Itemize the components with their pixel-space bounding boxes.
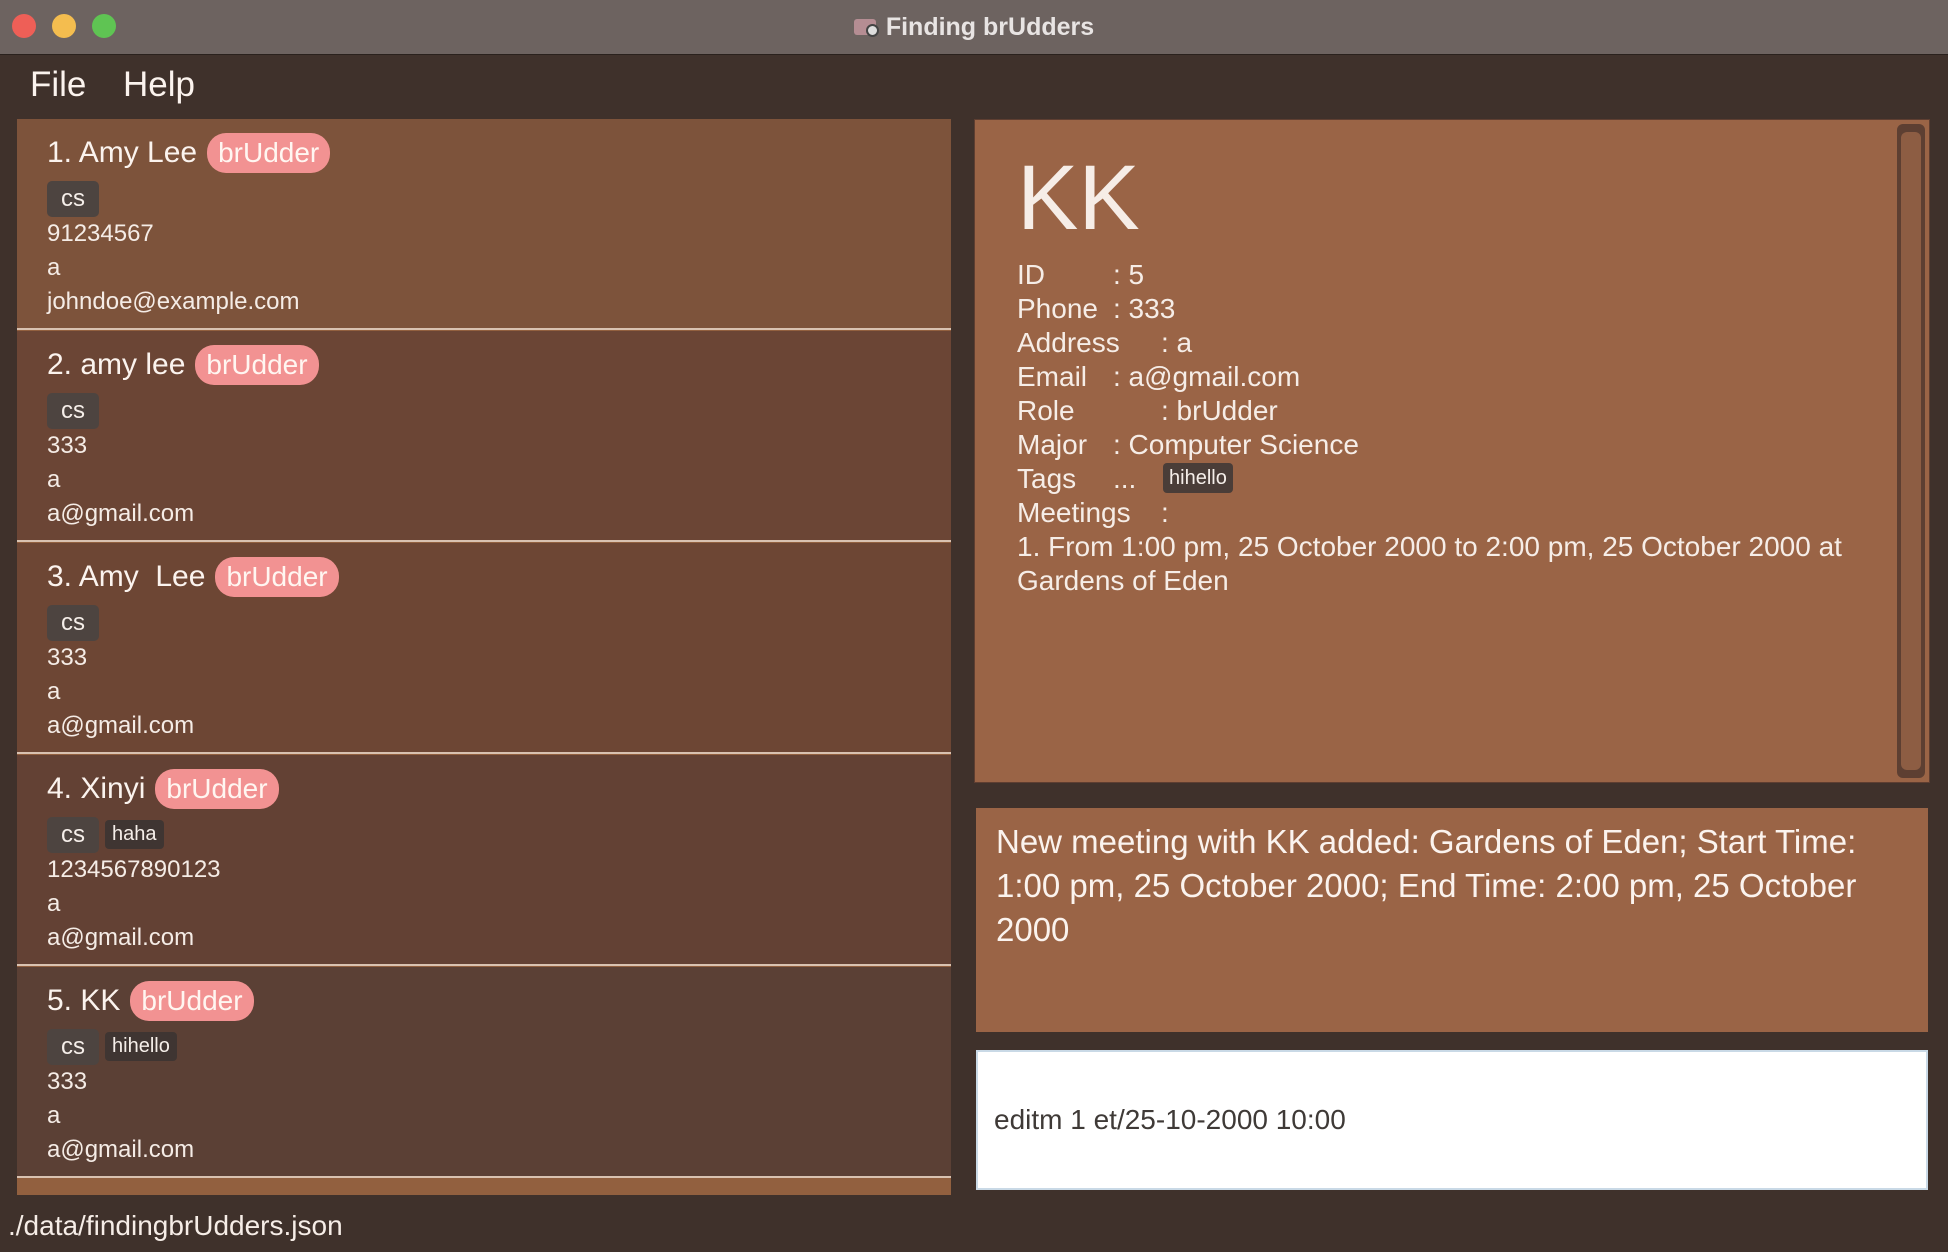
person-address: a [47,254,61,281]
person-card[interactable]: 4. Xinyi brUdder cs haha 1234567890123 a… [17,755,951,966]
tags-row: cs [47,603,951,641]
command-box[interactable] [976,1050,1928,1190]
detail-scrollbar-thumb[interactable] [1901,132,1921,770]
major-tag: cs [47,817,99,853]
person-email: a@gmail.com [47,500,195,527]
detail-address-label: Address [1017,327,1120,358]
person-email: johndoe@example.com [47,288,300,315]
detail-tags-sep: ... [1113,463,1137,494]
detail-meetings-label: Meetings [1017,497,1131,528]
person-name: 5. KK [47,984,121,1017]
person-email: a@gmail.com [47,712,195,739]
role-badge: brUdder [195,345,319,385]
detail-major-row: Major : Computer Science [1017,428,1867,462]
person-card[interactable]: 1. Amy Lee brUdder cs 91234567 a johndoe… [17,119,951,330]
person-phone: 333 [47,432,88,459]
major-tag: cs [47,1029,99,1065]
detail-tag: hihello [1163,463,1233,493]
detail-role-row: Role : brUdder [1017,394,1867,428]
detail-tags-row: Tags ... hihello [1017,462,1867,496]
menu-file[interactable]: File [30,65,86,105]
detail-meetings-sep: : [1161,497,1169,528]
person-address: a [47,890,61,917]
person-email: a@gmail.com [47,924,195,951]
detail-role-label: Role [1017,395,1075,426]
person-phone: 333 [47,644,88,671]
role-badge: brUdder [207,133,331,173]
detail-major-label: Major [1017,429,1088,460]
person-name-row: 3. Amy Lee brUdder [47,555,951,599]
person-name: 2. amy lee [47,348,186,381]
person-name-row: 1. Amy Lee brUdder [47,131,951,175]
title-wrap: Finding brUdders [0,0,1948,54]
person-name: 3. Amy Lee [47,560,206,593]
person-name-row: 2. amy lee brUdder [47,343,951,387]
detail-id-value: : 5 [1113,259,1145,290]
tags-row: cs [47,179,951,217]
person-phone: 333 [47,1068,88,1095]
major-tag: cs [47,181,99,217]
person-phone: 91234567 [47,220,154,247]
detail-role-value: : brUdder [1161,395,1278,426]
major-tag: cs [47,605,99,641]
detail-id-row: ID : 5 [1017,258,1867,292]
detail-phone-row: Phone : 333 [1017,292,1867,326]
detail-address-value: : a [1161,327,1193,358]
tags-row: cs [47,391,951,429]
menu-help[interactable]: Help [123,65,195,105]
detail-major-value: : Computer Science [1113,429,1359,460]
role-badge: brUdder [155,769,279,809]
detail-tags-label: Tags [1017,463,1077,494]
meeting-item: 1. From 1:00 pm, 25 October 2000 to 2:00… [1017,531,1842,596]
person-card[interactable]: 5. KK brUdder cs hihello 333 a a@gmail.c… [17,967,951,1178]
person-tag: haha [105,820,164,849]
menu-bar: File Help [0,55,1948,119]
detail-email-value: : a@gmail.com [1113,361,1301,392]
detail-scrollbar[interactable] [1897,124,1925,778]
detail-address-row: Address : a [1017,326,1867,360]
detail-email-row: Email : a@gmail.com [1017,360,1867,394]
person-phone: 1234567890123 [47,856,221,883]
detail-name: KK [1017,147,1140,249]
detail-id-label: ID [1017,259,1045,290]
window-title: Finding brUdders [885,12,1095,41]
major-tag: cs [47,393,99,429]
person-address: a [47,1102,61,1129]
detail-phone-label: Phone [1017,293,1098,324]
detail-email-label: Email [1017,361,1088,392]
app-icon [853,19,879,37]
role-badge: brUdder [130,981,254,1021]
tags-row: cs haha [47,815,951,853]
person-detail-panel: KK ID : 5 Phone : 333 Address : a Email … [974,119,1930,783]
detail-fields: ID : 5 Phone : 333 Address : a Email : a… [1017,258,1867,598]
detail-phone-value: : 333 [1113,293,1176,324]
person-card[interactable]: 2. amy lee brUdder cs 333 a a@gmail.com [17,331,951,542]
person-address: a [47,466,61,493]
person-tag: hihello [105,1032,177,1061]
tags-row: cs hihello [47,1027,951,1065]
person-name-row: 4. Xinyi brUdder [47,767,951,811]
command-input[interactable] [978,1052,1926,1188]
role-badge: brUdder [215,557,339,597]
person-name-row: 5. KK brUdder [47,979,951,1023]
status-bar-file-path: ./data/findingbrUdders.json [8,1210,343,1241]
person-name: 4. Xinyi [47,772,146,805]
title-bar: Finding brUdders [0,0,1948,55]
person-name: 1. Amy Lee [47,136,198,169]
result-display: New meeting with KK added: Gardens of Ed… [976,808,1928,1032]
person-address: a [47,678,61,705]
person-list[interactable]: 1. Amy Lee brUdder cs 91234567 a johndoe… [17,119,951,1195]
person-card[interactable]: 3. Amy Lee brUdder cs 333 a a@gmail.com [17,543,951,754]
detail-meetings-row: Meetings : [1017,496,1867,530]
person-email: a@gmail.com [47,1136,195,1163]
